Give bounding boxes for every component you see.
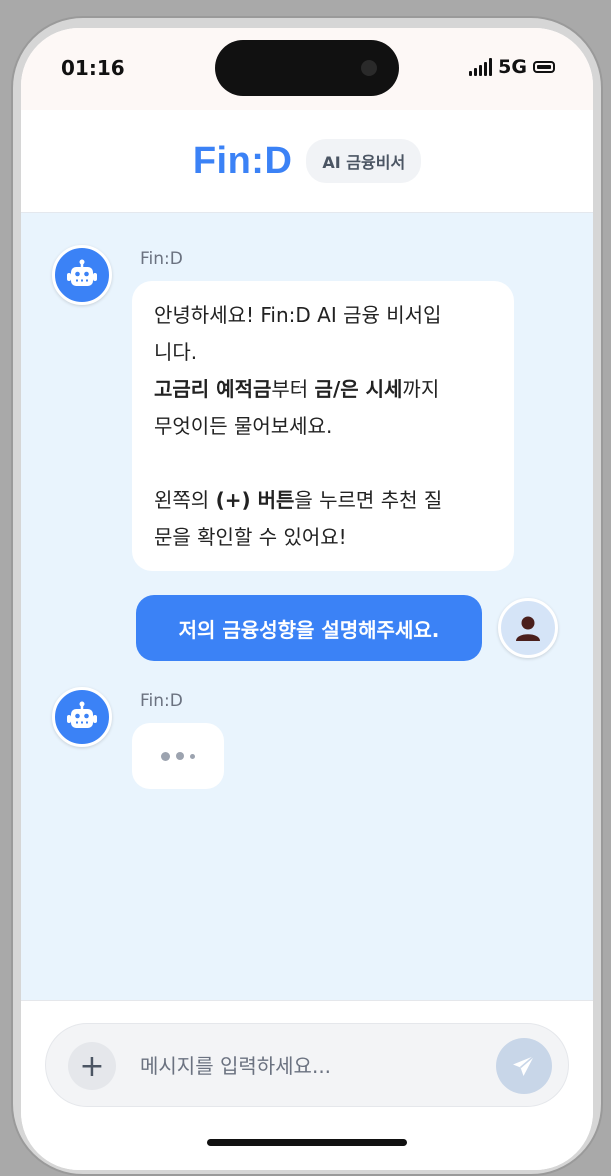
person-icon bbox=[516, 616, 540, 641]
suggestions-plus-button[interactable]: + bbox=[68, 1042, 116, 1090]
message-text-bold: (+) 버튼 bbox=[215, 488, 295, 512]
battery-icon bbox=[533, 61, 555, 73]
input-container: + bbox=[45, 1023, 569, 1107]
bot-message-bubble: 안녕하세요! Fin:D AI 금융 비서입니다. 고금리 예적금부터 금/은 시… bbox=[132, 281, 514, 571]
message-text: 안녕하세요! Fin:D AI 금융 비서입 bbox=[154, 303, 442, 327]
message-line: 문을 확인할 수 있어요! bbox=[154, 519, 492, 556]
message-line: 무엇이든 물어보세요. bbox=[154, 408, 492, 445]
bot-avatar bbox=[52, 687, 112, 747]
status-indicators: 5G bbox=[469, 56, 555, 78]
message-text: 무엇이든 물어보세요. bbox=[154, 414, 333, 438]
typing-dot bbox=[176, 752, 184, 760]
network-label: 5G bbox=[498, 56, 527, 78]
header-badge: AI 금융비서 bbox=[306, 139, 422, 183]
signal-icon bbox=[469, 58, 493, 76]
robot-icon bbox=[67, 259, 97, 286]
input-bar: + bbox=[21, 1000, 593, 1170]
send-button[interactable] bbox=[496, 1038, 552, 1094]
user-message-bubble: 저의 금융성향을 설명해주세요. bbox=[136, 595, 482, 661]
message-text: 부터 bbox=[271, 377, 315, 401]
message-text-bold: 고금리 예적금 bbox=[154, 377, 272, 401]
message-line: 고금리 예적금부터 금/은 시세까지 bbox=[154, 371, 492, 408]
typing-dot bbox=[161, 751, 170, 761]
typing-indicator bbox=[132, 723, 224, 789]
home-indicator bbox=[207, 1139, 407, 1146]
message-text-bold: 금/은 시세 bbox=[314, 377, 403, 401]
paper-plane-icon bbox=[513, 1055, 535, 1076]
message-input[interactable] bbox=[140, 1044, 480, 1088]
bot-avatar bbox=[52, 245, 112, 305]
bot-sender-name: Fin:D bbox=[140, 249, 183, 269]
camera-dot bbox=[361, 60, 377, 76]
message-text: 까지 bbox=[402, 377, 440, 401]
robot-icon bbox=[67, 701, 97, 728]
typing-dot bbox=[190, 753, 195, 759]
message-text: 을 누르면 추천 질 bbox=[294, 488, 443, 512]
message-line bbox=[154, 445, 492, 482]
message-line: 니다. bbox=[154, 334, 492, 371]
message-line: 왼쪽의 (+) 버튼을 누르면 추천 질 bbox=[154, 482, 492, 519]
chat-area[interactable]: Fin:D 안녕하세요! Fin:D AI 금융 비서입니다. 고금리 예적금부터… bbox=[21, 213, 593, 1000]
message-line: 안녕하세요! Fin:D AI 금융 비서입 bbox=[154, 297, 492, 334]
status-time: 01:16 bbox=[61, 56, 125, 80]
app-screen: 01:16 5G Fin:D AI 금융비서 Fin:D 안녕하세요! Fin:… bbox=[21, 28, 593, 1170]
brand-logo: Fin:D bbox=[192, 139, 293, 182]
app-header: Fin:D AI 금융비서 bbox=[21, 110, 593, 213]
bot-sender-name: Fin:D bbox=[140, 691, 183, 711]
message-text: 왼쪽의 bbox=[154, 488, 216, 512]
status-bar: 01:16 5G bbox=[21, 28, 593, 110]
dynamic-island bbox=[215, 40, 399, 96]
message-text: 문을 확인할 수 있어요! bbox=[154, 525, 347, 549]
message-text: 니다. bbox=[154, 340, 198, 364]
user-avatar bbox=[498, 598, 558, 658]
